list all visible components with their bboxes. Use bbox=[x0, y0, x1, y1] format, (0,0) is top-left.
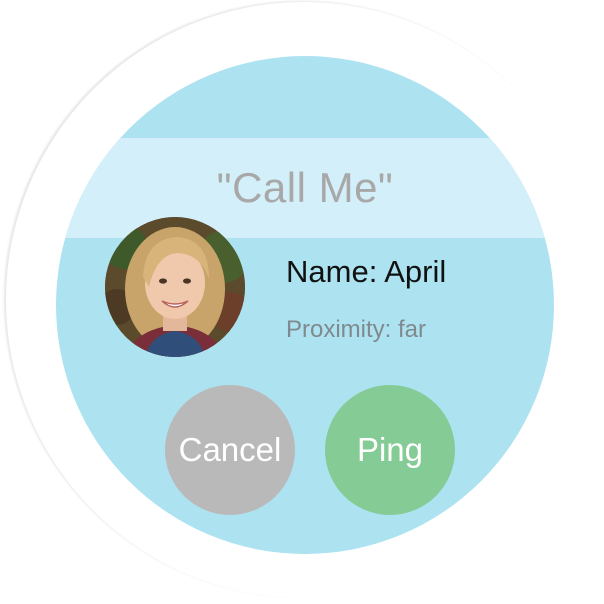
contact-name: Name: April bbox=[286, 254, 447, 289]
page-title: "Call Me" bbox=[216, 164, 394, 211]
title-band: "Call Me" bbox=[56, 138, 554, 238]
person-photo-icon bbox=[105, 217, 245, 357]
watch-screen: "Call Me" Name: April Proximity: far Can… bbox=[0, 0, 604, 604]
ping-button[interactable]: Ping bbox=[325, 385, 455, 515]
contact-proximity: Proximity: far bbox=[286, 316, 427, 343]
contact-avatar bbox=[105, 217, 245, 357]
cancel-button[interactable]: Cancel bbox=[165, 385, 295, 515]
watch-face: "Call Me" Name: April Proximity: far Can… bbox=[56, 56, 554, 554]
